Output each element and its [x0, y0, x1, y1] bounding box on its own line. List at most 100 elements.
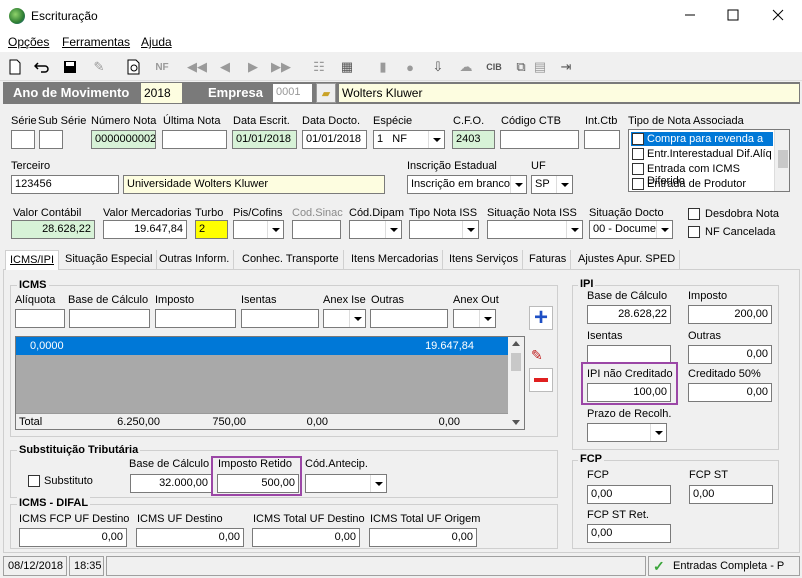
chevron-down-icon[interactable] [267, 221, 283, 238]
valor-mercadorias-field[interactable]: 19.647,84 [103, 220, 187, 239]
tab-itens-mercadorias[interactable]: Itens Mercadorias [347, 250, 444, 270]
tab-situacao-especial[interactable]: Situação Especial [61, 250, 158, 270]
ipi-outras-field[interactable]: 0,00 [688, 345, 772, 364]
int-ctb-field[interactable] [584, 130, 620, 149]
tab-icms-ipi[interactable]: ICMS/IPI [5, 250, 60, 270]
minimize-icon[interactable] [683, 8, 697, 22]
tab-ajustes-sped[interactable]: Ajustes Apur. SPED [574, 250, 681, 270]
checkbox[interactable] [632, 133, 644, 145]
anex-out-select[interactable] [453, 309, 496, 328]
tab-outras-inform[interactable]: Outras Inform. [155, 250, 235, 270]
numero-nota-field[interactable]: 0000000002 [91, 130, 156, 149]
empresa-code-field[interactable]: 0001 [272, 83, 313, 103]
ipi-base-field[interactable]: 28.628,22 [587, 305, 671, 324]
tree-icon[interactable]: ☷ [309, 57, 329, 77]
especie-select[interactable]: 1 NF [373, 130, 445, 149]
table-row[interactable]: 0,0000 19.647,84 [16, 337, 508, 355]
menu-ajuda[interactable]: Ajuda [141, 35, 172, 49]
exit-door-icon[interactable]: ⇥ [556, 57, 576, 77]
fcp-st-field[interactable]: 0,00 [689, 485, 773, 504]
codigo-ctb-field[interactable] [500, 130, 579, 149]
anex-ise-select[interactable] [323, 309, 366, 328]
calculator-icon[interactable]: ▦ [337, 57, 357, 77]
copy-icon[interactable]: ⧉ [511, 57, 531, 77]
desdobra-checkbox[interactable] [688, 208, 700, 220]
open-folder-icon[interactable]: ▰ [316, 83, 336, 103]
difal-total-destino-field[interactable]: 0,00 [252, 528, 360, 547]
st-base-field[interactable]: 32.000,00 [130, 474, 212, 493]
ipi-creditado-field[interactable]: 0,00 [688, 383, 772, 402]
ano-field[interactable]: 2018 [140, 82, 183, 104]
maximize-icon[interactable] [726, 8, 740, 22]
checkbox[interactable] [632, 178, 644, 190]
folder-icon[interactable]: ▮ [373, 57, 393, 77]
tipo-nota-item[interactable]: Entr.Interestadual Dif.Alíq [631, 147, 773, 161]
chevron-down-icon[interactable] [656, 221, 672, 238]
nfe-icon[interactable]: NF [152, 57, 172, 77]
tab-conhec-transporte[interactable]: Conhec. Transporte [238, 250, 344, 270]
turbo-field[interactable]: 2 [195, 220, 228, 239]
scroll-down-icon[interactable] [512, 420, 520, 425]
substituto-checkbox[interactable] [28, 475, 40, 487]
difal-total-origem-field[interactable]: 0,00 [369, 528, 477, 547]
apple-icon[interactable]: ● [400, 57, 420, 77]
tipo-nota-item[interactable]: Entrada de Produtor Rural [631, 177, 773, 191]
tipo-iss-select[interactable] [409, 220, 479, 239]
tipo-nota-list[interactable]: Compra para revenda a co Entr.Interestad… [628, 129, 790, 192]
remove-row-button[interactable] [529, 368, 553, 392]
ipi-imposto-field[interactable]: 200,00 [688, 305, 772, 324]
difal-uf-destino-field[interactable]: 0,00 [136, 528, 244, 547]
icms-isentas-field[interactable] [241, 309, 319, 328]
checkbox[interactable] [632, 163, 644, 175]
data-docto-field[interactable]: 01/01/2018 [302, 130, 367, 149]
icms-base-field[interactable] [69, 309, 150, 328]
ultima-nota-field[interactable] [162, 130, 227, 149]
tools-icon[interactable]: ✎ [89, 57, 109, 77]
download-icon[interactable]: ⇩ [428, 57, 448, 77]
menu-opcoes[interactable]: Opções [8, 35, 49, 49]
chevron-down-icon[interactable] [370, 475, 386, 492]
situacao-docto-select[interactable]: 00 - Documen [589, 220, 673, 239]
chevron-down-icon[interactable] [479, 310, 495, 327]
scrollbar[interactable] [774, 130, 789, 191]
situacao-iss-select[interactable] [487, 220, 583, 239]
preview-icon[interactable] [124, 57, 144, 77]
chevron-down-icon[interactable] [510, 176, 526, 193]
undo-icon[interactable] [32, 57, 52, 77]
inscricao-select[interactable]: Inscrição em branco [407, 175, 527, 194]
menu-ferramentas[interactable]: Ferramentas [62, 35, 130, 49]
chevron-down-icon[interactable] [349, 310, 365, 327]
serie-field[interactable] [11, 130, 35, 149]
cod-antecip-select[interactable] [305, 474, 387, 493]
chevron-down-icon[interactable] [428, 131, 444, 148]
edit-row-icon[interactable]: ✎ [531, 347, 551, 365]
pis-select[interactable] [233, 220, 284, 239]
chevron-down-icon[interactable] [566, 221, 582, 238]
close-icon[interactable] [771, 8, 785, 22]
scroll-up-icon[interactable] [512, 341, 520, 346]
chevron-down-icon[interactable] [556, 176, 572, 193]
cib-icon[interactable]: CIB [484, 57, 504, 77]
valor-contabil-field[interactable]: 28.628,22 [11, 220, 95, 239]
first-record-icon[interactable]: ◀◀ [187, 57, 207, 77]
last-record-icon[interactable]: ▶▶ [271, 57, 291, 77]
chevron-down-icon[interactable] [462, 221, 478, 238]
save-icon[interactable] [60, 57, 80, 77]
difal-fcp-field[interactable]: 0,00 [19, 528, 127, 547]
tab-itens-servicos[interactable]: Itens Serviços [445, 250, 524, 270]
cloud-icon[interactable]: ☁ [456, 57, 476, 77]
new-document-icon[interactable] [5, 57, 25, 77]
chevron-down-icon[interactable] [385, 221, 401, 238]
prazo-select[interactable] [587, 423, 667, 442]
checkbox[interactable] [632, 148, 644, 160]
cfo-field[interactable]: 2403 [452, 130, 495, 149]
next-record-icon[interactable]: ▶ [243, 57, 263, 77]
cancelada-checkbox[interactable] [688, 226, 700, 238]
previous-record-icon[interactable]: ◀ [215, 57, 235, 77]
icms-imposto-field[interactable] [155, 309, 236, 328]
grid-scrollbar[interactable] [508, 337, 524, 429]
fcp-st-ret-field[interactable]: 0,00 [587, 524, 671, 543]
subserie-field[interactable] [39, 130, 63, 149]
cod-sinac-field[interactable] [292, 220, 341, 239]
tipo-nota-item[interactable]: Entrada com ICMS Diferido [631, 162, 773, 187]
